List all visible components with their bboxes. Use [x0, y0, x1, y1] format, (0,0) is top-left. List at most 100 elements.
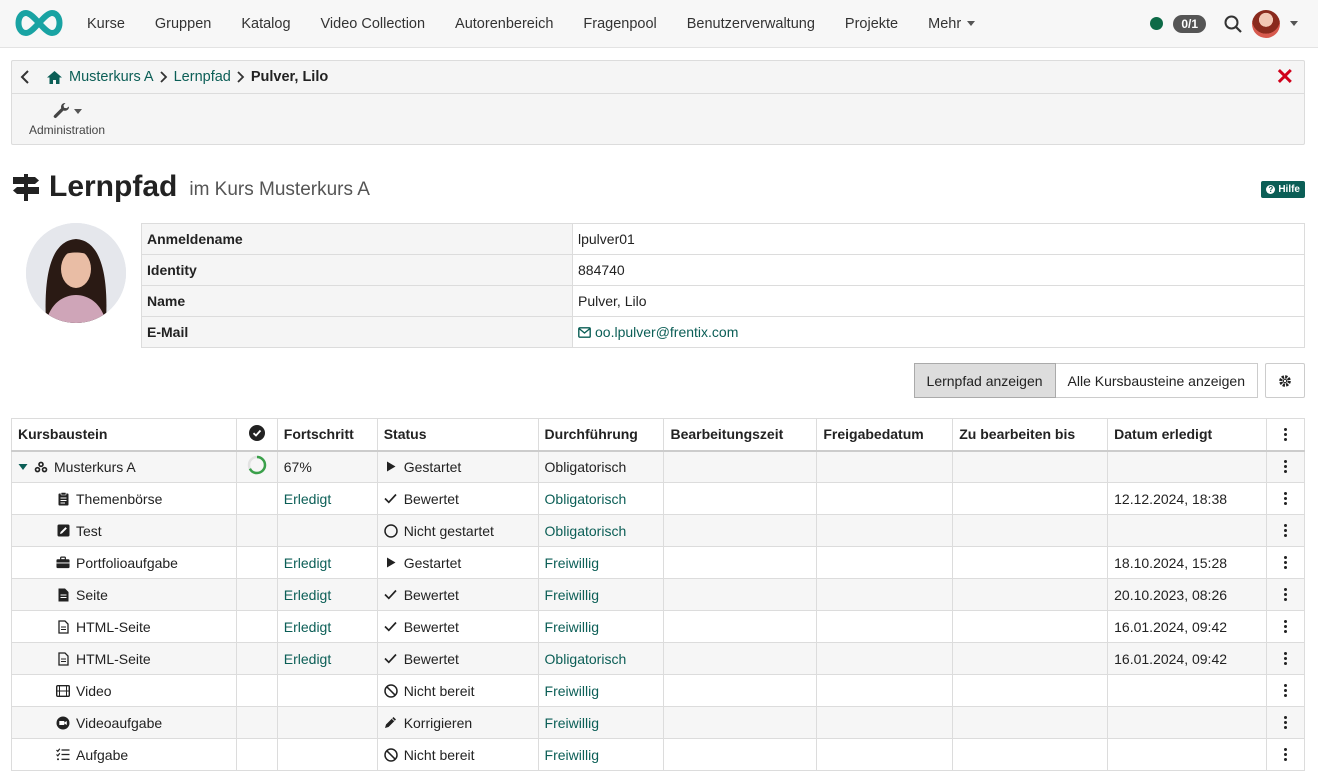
mode-text[interactable]: Freiwillig	[545, 747, 599, 763]
col-header-bearbeitungszeit[interactable]: Bearbeitungszeit	[663, 418, 818, 452]
node-title[interactable]: HTML-Seite	[76, 619, 151, 635]
breadcrumb-course-link[interactable]: Musterkurs A	[69, 69, 154, 85]
status-text: Gestartet	[403, 554, 462, 571]
node-title[interactable]: Musterkurs A	[54, 459, 136, 475]
cell-kursbaustein: HTML-Seite	[11, 642, 237, 675]
help-button[interactable]: ? Hilfe	[1261, 181, 1305, 198]
mode-text[interactable]: Freiwillig	[545, 587, 599, 603]
home-icon[interactable]	[46, 70, 63, 85]
email-link[interactable]: oo.lpulver@frentix.com	[578, 324, 1299, 340]
cell-actions	[1266, 546, 1305, 579]
cell-processing-time	[663, 610, 818, 643]
tree-collapse-icon[interactable]	[18, 463, 28, 471]
nav-item-autorenbereich[interactable]: Autorenbereich	[440, 16, 568, 32]
node-title[interactable]: Test	[76, 523, 102, 539]
node-title[interactable]: Themenbörse	[76, 491, 162, 507]
breadcrumb: Musterkurs A Lernpfad Pulver, Lilo	[12, 61, 1304, 94]
nav-item-benutzerverwaltung[interactable]: Benutzerverwaltung	[672, 16, 830, 32]
col-header-check[interactable]	[235, 418, 278, 452]
mode-text[interactable]: Obligatorisch	[545, 523, 627, 539]
nav-item-mehr[interactable]: Mehr	[913, 16, 990, 32]
breadcrumb-learnpath-link[interactable]: Lernpfad	[174, 69, 231, 85]
progress-text[interactable]: Erledigt	[284, 619, 331, 635]
show-all-elements-button[interactable]: Alle Kursbausteine anzeigen	[1055, 363, 1258, 398]
question-icon: ?	[1266, 185, 1276, 194]
row-kebab-menu-icon[interactable]	[1273, 460, 1298, 474]
cell-processing-time	[663, 482, 818, 515]
info-value-name: Pulver, Lilo	[572, 285, 1305, 317]
nav-item-katalog[interactable]: Katalog	[226, 16, 305, 32]
mode-text[interactable]: Freiwillig	[545, 619, 599, 635]
node-title[interactable]: Seite	[76, 587, 108, 603]
view-toggle-group: Lernpfad anzeigen Alle Kursbausteine anz…	[913, 363, 1258, 398]
col-header-durchfuehrung[interactable]: Durchführung	[537, 418, 665, 452]
show-learnpath-button[interactable]: Lernpfad anzeigen	[913, 363, 1056, 398]
back-chevron-icon[interactable]	[20, 70, 40, 84]
col-header-zu-bearbeiten-bis[interactable]: Zu bearbeiten bis	[952, 418, 1109, 452]
col-header-status[interactable]: Status	[376, 418, 539, 452]
cell-progress: 67%	[276, 450, 378, 483]
node-title[interactable]: Portfolioaufgabe	[76, 555, 178, 571]
col-header-actions[interactable]	[1266, 418, 1305, 452]
node-title[interactable]: Aufgabe	[76, 747, 128, 763]
row-kebab-menu-icon[interactable]	[1273, 652, 1298, 665]
cell-done-date	[1107, 450, 1268, 483]
nav-item-video-collection[interactable]: Video Collection	[306, 16, 441, 32]
col-header-datum-erledigt[interactable]: Datum erledigt	[1107, 418, 1268, 452]
mode-text[interactable]: Obligatorisch	[545, 651, 627, 667]
col-header-freigabedatum[interactable]: Freigabedatum	[816, 418, 954, 452]
mode-text[interactable]: Obligatorisch	[545, 491, 627, 507]
progress-text[interactable]: Erledigt	[284, 555, 331, 571]
progress-text[interactable]: Erledigt	[284, 491, 331, 507]
node-title[interactable]: Videoaufgabe	[76, 715, 162, 731]
user-avatar[interactable]	[1252, 9, 1280, 38]
nav-item-projekte[interactable]: Projekte	[830, 16, 913, 32]
close-icon[interactable]: ✕	[1276, 66, 1294, 88]
check-icon	[384, 492, 398, 506]
circle-icon	[383, 523, 398, 538]
mode-text[interactable]: Freiwillig	[545, 683, 599, 699]
administration-menu-button[interactable]: Administration	[26, 99, 108, 137]
top-navigation: Kurse Gruppen Katalog Video Collection A…	[0, 0, 1318, 48]
row-kebab-menu-icon[interactable]	[1273, 556, 1298, 569]
table-row: Portfolioaufgabe Erledigt Gestartet Freiwil…	[11, 546, 1305, 579]
col-header-fortschritt[interactable]: Fortschritt	[276, 418, 378, 452]
cell-done-date	[1107, 674, 1268, 707]
check-icon	[384, 620, 398, 634]
search-icon[interactable]	[1224, 15, 1242, 33]
cell-release-date	[816, 610, 954, 643]
cell-kursbaustein: Themenbörse	[11, 482, 237, 515]
row-kebab-menu-icon[interactable]	[1273, 588, 1298, 601]
node-title[interactable]: Video	[76, 683, 112, 699]
row-kebab-menu-icon[interactable]	[1273, 684, 1298, 697]
user-menu-caret-icon[interactable]	[1290, 21, 1298, 26]
row-kebab-menu-icon[interactable]	[1273, 748, 1298, 761]
node-title[interactable]: HTML-Seite	[76, 651, 151, 667]
notification-count-badge[interactable]: 0/1	[1173, 14, 1206, 33]
cell-done-date: 18.10.2024, 15:28	[1107, 546, 1268, 579]
row-kebab-menu-icon[interactable]	[1273, 620, 1298, 633]
nav-item-fragenpool[interactable]: Fragenpool	[568, 16, 671, 32]
cell-due-date	[952, 738, 1109, 771]
cell-status: Bewertet	[376, 578, 539, 611]
progress-text[interactable]: Erledigt	[284, 651, 331, 667]
row-kebab-menu-icon[interactable]	[1273, 716, 1298, 729]
cell-release-date	[816, 546, 954, 579]
online-status-icon[interactable]	[1150, 17, 1164, 30]
clipboard-icon	[56, 491, 70, 506]
info-value-identity: 884740	[572, 254, 1305, 286]
table-settings-button[interactable]	[1265, 363, 1305, 398]
mode-text[interactable]: Freiwillig	[545, 555, 599, 571]
mode-text[interactable]: Freiwillig	[545, 715, 599, 731]
nav-item-kurse[interactable]: Kurse	[72, 16, 140, 32]
openolat-logo-icon[interactable]	[12, 9, 66, 37]
file-outline-icon	[56, 651, 70, 666]
row-kebab-menu-icon[interactable]	[1273, 492, 1298, 505]
table-header-row: Kursbaustein Fortschritt Status Durchfüh…	[11, 418, 1305, 452]
row-kebab-menu-icon[interactable]	[1273, 524, 1298, 537]
col-header-kursbaustein[interactable]: Kursbaustein	[11, 418, 237, 452]
progress-text[interactable]: Erledigt	[284, 587, 331, 603]
cell-actions	[1266, 610, 1305, 643]
nav-item-gruppen[interactable]: Gruppen	[140, 16, 226, 32]
cell-mode: Freiwillig	[537, 738, 665, 771]
